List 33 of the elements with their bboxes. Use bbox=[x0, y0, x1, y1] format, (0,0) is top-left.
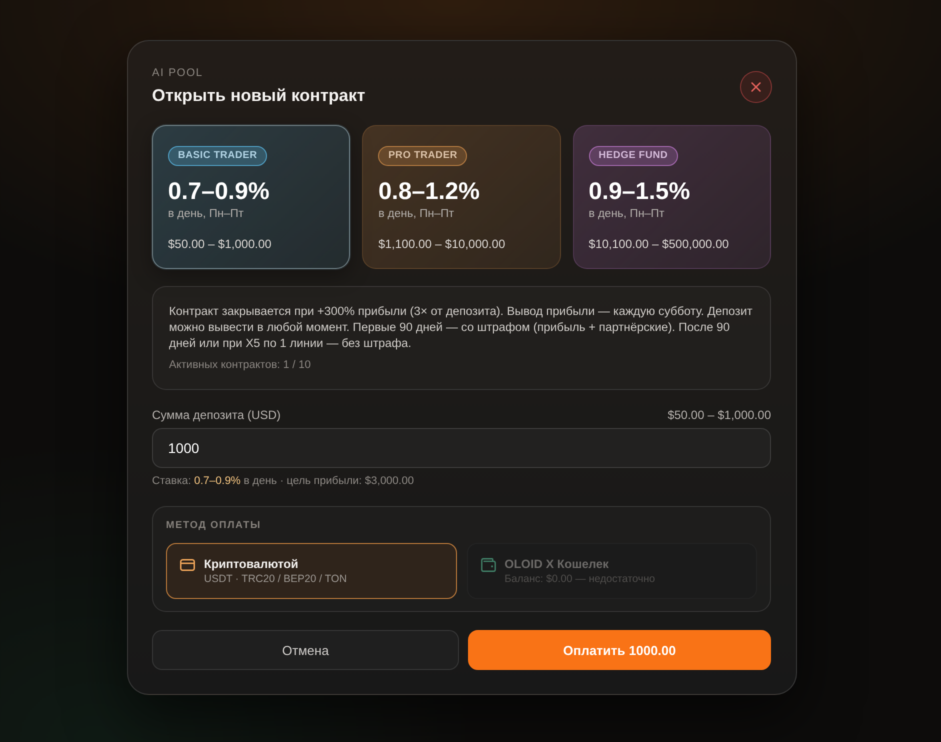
wallet-icon bbox=[480, 558, 496, 572]
deposit-range: $50.00 – $1,000.00 bbox=[668, 407, 771, 423]
dialog-title: Открыть новый контракт bbox=[152, 85, 366, 107]
plan-card[interactable]: HEDGE FUND 0.9–1.5% в день, Пн–Пт $10,100.00 – $500,000.00 bbox=[572, 125, 771, 269]
option-title: Криптовалютой bbox=[204, 556, 300, 572]
plan-schedule: в день, Пн–Пт bbox=[588, 207, 664, 222]
card-icon bbox=[180, 559, 195, 571]
close-button[interactable] bbox=[740, 71, 772, 103]
active-contracts: Активных контрактов: 1 / 10 bbox=[169, 358, 312, 372]
plan-range: $10,100.00 – $500,000.00 bbox=[588, 236, 729, 252]
plan-card[interactable]: PRO TRADER 0.8–1.2% в день, Пн–Пт $1,100.00 – $10,000.00 bbox=[362, 125, 561, 269]
deposit-hint: Ставка: 0.7–0.9% в день · цель прибыли: $3,000.00 bbox=[152, 474, 415, 488]
plan-rate: 0.9–1.5% bbox=[588, 178, 690, 206]
plan-schedule: в день, Пн–Пт bbox=[378, 207, 454, 222]
plan-badge: HEDGE FUND bbox=[588, 146, 678, 166]
deposit-label: Сумма депозита (USD) bbox=[152, 407, 281, 423]
plan-range: $1,100.00 – $10,000.00 bbox=[378, 236, 506, 252]
cancel-button[interactable]: Отмена bbox=[152, 630, 459, 670]
plan-badge: PRO TRADER bbox=[378, 146, 468, 166]
payment-option[interactable]: Криптовалютой USDT · TRC20 / BEP20 / TON bbox=[166, 543, 456, 599]
deposit-input[interactable]: 1000 bbox=[152, 428, 771, 468]
plan-range: $50.00 – $1,000.00 bbox=[168, 236, 272, 252]
option-subtitle: USDT · TRC20 / BEP20 / TON bbox=[204, 572, 347, 586]
plan-schedule: в день, Пн–Пт bbox=[168, 207, 244, 222]
payment-label: МЕТОД ОПЛАТЫ bbox=[166, 520, 262, 532]
dialog-eyebrow: AI POOL bbox=[152, 67, 204, 79]
plan-card[interactable]: BASIC TRADER 0.7–0.9% в день, Пн–Пт $50.00 – $1,000.00 bbox=[152, 125, 350, 269]
plan-badge: BASIC TRADER bbox=[168, 146, 268, 166]
plan-rate: 0.8–1.2% bbox=[378, 178, 480, 206]
option-title: OLOID X Кошелек bbox=[504, 556, 610, 572]
close-icon bbox=[751, 82, 761, 92]
plan-rate: 0.7–0.9% bbox=[168, 178, 270, 206]
info-text: Контракт закрывается при +300% прибыли (3× от депозита). Вывод прибыли — каждую субботу. Депозит можно вывести в любой момент. Первые 90 дней — со штрафом (прибыль + партнёрские). После 90 дней или при X5 по 1 линии — без штрафа. bbox=[169, 303, 754, 351]
